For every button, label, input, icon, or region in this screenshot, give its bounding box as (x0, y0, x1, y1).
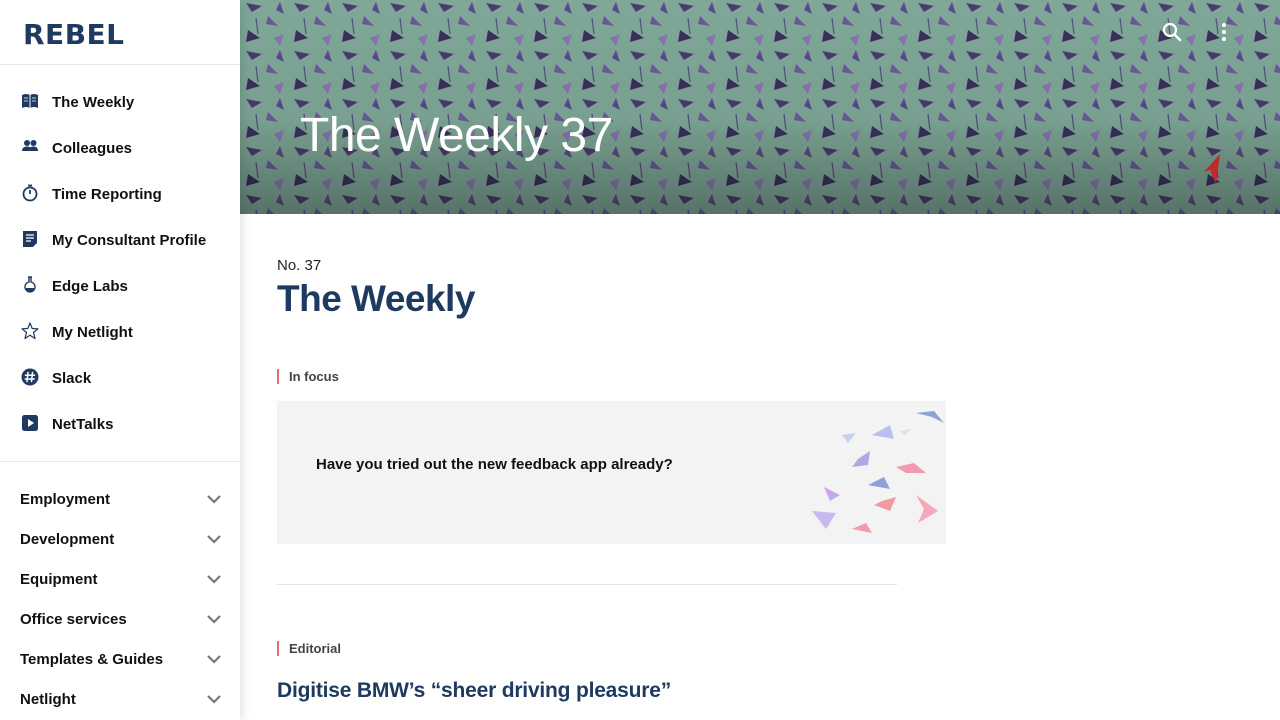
document-icon (21, 230, 39, 248)
nav-label: Edge Labs (52, 277, 128, 295)
nav-item-the-weekly[interactable]: The Weekly (0, 79, 240, 125)
chevron-down-icon (207, 615, 221, 624)
nav-label: Slack (52, 369, 92, 387)
section-label: Office services (20, 610, 127, 628)
main-nav: The Weekly Colleagues Time Reporting My … (0, 65, 240, 462)
play-icon (21, 414, 39, 432)
nav-label: My Netlight (52, 323, 133, 341)
editorial-article-link[interactable]: Digitise BMW’s “sheer driving pleasure” (277, 679, 671, 703)
nav-label: The Weekly (52, 93, 135, 111)
logo[interactable]: REBEL (0, 0, 240, 65)
hero-banner: The Weekly 37 (240, 0, 1280, 214)
nav-item-my-netlight[interactable]: My Netlight (0, 309, 240, 355)
focus-card[interactable]: Have you tried out the new feedback app … (277, 401, 946, 544)
section-employment[interactable]: Employment (0, 479, 240, 519)
section-equipment[interactable]: Equipment (0, 559, 240, 599)
section-label: Templates & Guides (20, 650, 164, 668)
logo-text[interactable]: REBEL (23, 18, 125, 51)
hero-pattern (240, 0, 1280, 214)
section-list: Employment Development Equipment Office … (0, 462, 240, 719)
nav-label: Colleagues (52, 139, 133, 157)
section-netlight[interactable]: Netlight (0, 679, 240, 719)
search-icon (1162, 22, 1182, 42)
more-options-button[interactable] (1212, 20, 1236, 44)
slack-icon (21, 368, 39, 386)
chevron-down-icon (207, 655, 221, 664)
chevron-down-icon (207, 695, 221, 704)
divider (277, 584, 897, 585)
chevron-down-icon (207, 575, 221, 584)
people-icon (21, 138, 39, 156)
nav-label: Time Reporting (52, 185, 162, 203)
section-label: Netlight (20, 690, 76, 708)
section-templates-guides[interactable]: Templates & Guides (0, 639, 240, 679)
sidebar: REBEL The Weekly Colleagues Time Reporti… (0, 0, 240, 720)
timer-icon (21, 184, 39, 202)
hero-title: The Weekly 37 (300, 109, 613, 162)
issue-number: No. 37 (277, 257, 322, 274)
nav-item-edge-labs[interactable]: Edge Labs (0, 263, 240, 309)
nav-item-nettalks[interactable]: NetTalks (0, 401, 240, 447)
page-title: The Weekly (277, 278, 475, 319)
section-label: Development (20, 530, 115, 548)
flask-icon (21, 275, 39, 294)
more-vert-icon (1222, 23, 1226, 41)
section-office-services[interactable]: Office services (0, 599, 240, 639)
section-label: Employment (20, 490, 111, 508)
chevron-down-icon (207, 535, 221, 544)
nav-item-slack[interactable]: Slack (0, 355, 240, 401)
paper-birds-illustration (812, 411, 944, 533)
book-icon (21, 92, 39, 110)
nav-label: NetTalks (52, 415, 114, 433)
search-button[interactable] (1160, 20, 1184, 44)
chevron-down-icon (207, 495, 221, 504)
section-label: Equipment (20, 570, 98, 588)
star-icon (21, 321, 39, 340)
nav-label: My Consultant Profile (52, 231, 207, 249)
nav-item-consultant-profile[interactable]: My Consultant Profile (0, 217, 240, 263)
section-development[interactable]: Development (0, 519, 240, 559)
editorial-tag: Editorial (277, 641, 341, 656)
nav-item-colleagues[interactable]: Colleagues (0, 125, 240, 171)
nav-item-time-reporting[interactable]: Time Reporting (0, 171, 240, 217)
in-focus-tag: In focus (277, 369, 339, 384)
focus-card-text[interactable]: Have you tried out the new feedback app … (316, 456, 673, 473)
